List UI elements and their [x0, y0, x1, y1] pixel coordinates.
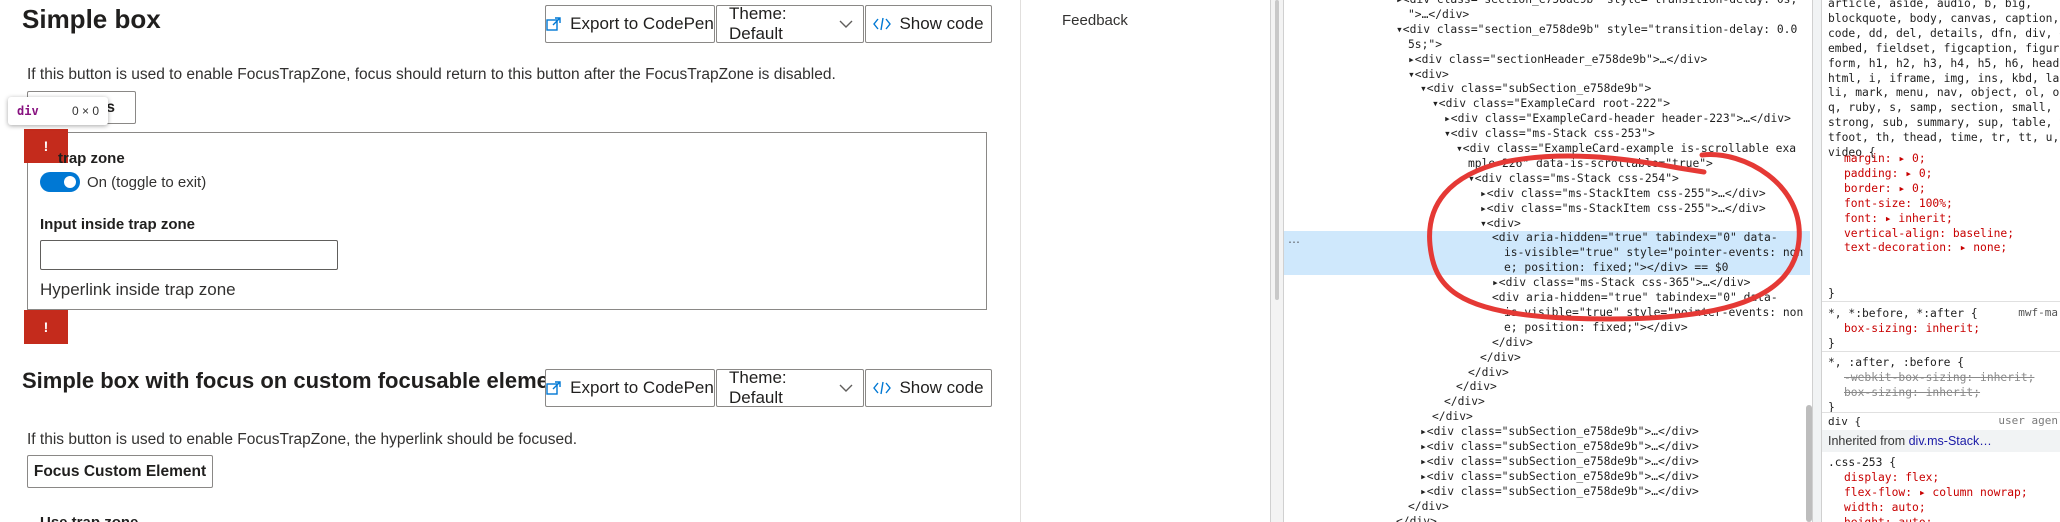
section1-description: If this button is used to enable FocusTr…	[27, 66, 836, 83]
toggle-knob	[64, 176, 76, 188]
section2-description: If this button is used to enable FocusTr…	[27, 431, 578, 448]
rule1-selector-line[interactable]: article, aside, audio, b, big,	[1828, 0, 2032, 11]
section-title-simple-box: Simple box	[22, 4, 161, 34]
export-codepen-label: Export to CodePen	[570, 378, 714, 397]
trap-zone-label: trap zone	[58, 150, 125, 167]
rule1-prop-line[interactable]: font: ▸ inherit;	[1844, 211, 1953, 226]
annotation-overlay	[1427, 152, 1802, 322]
chevron-down-icon	[839, 384, 853, 392]
trap-zone-input[interactable]	[40, 240, 338, 270]
code-icon	[873, 381, 892, 395]
export-codepen-label: Export to CodePen	[570, 14, 714, 33]
rule1-prop-line[interactable]: font-size: 100%;	[1844, 196, 1953, 211]
rule-separator	[1822, 412, 2060, 413]
inspect-tooltip: div 0 × 0	[8, 97, 108, 125]
rule1-selector-line[interactable]: html, i, iframe, img, ins, kbd, labe	[1828, 71, 2060, 86]
section-title-custom-focus: Simple box with focus on custom focusabl…	[22, 368, 570, 393]
feedback-link[interactable]: Feedback	[1062, 12, 1128, 29]
show-code-label: Show code	[899, 378, 984, 397]
theme-dropdown-label: Theme: Default	[729, 368, 787, 407]
rule2-close: }	[1828, 337, 1835, 350]
panel-separator[interactable]	[1812, 0, 1822, 522]
inherited-link[interactable]: div.ms-Stack…	[1909, 434, 1992, 448]
trap-zone-label-cut: Use trap zone	[40, 514, 138, 522]
rule3-prop-2[interactable]: box-sizing: inherit;	[1844, 385, 1980, 400]
rule5-prop-line[interactable]: height: auto;	[1844, 515, 1932, 522]
marker-symbol: !	[43, 138, 49, 154]
code-icon	[873, 17, 892, 31]
input-label: Input inside trap zone	[40, 216, 196, 233]
inspect-dimensions: 0 × 0	[71, 104, 99, 118]
rule1-close: }	[1828, 287, 1835, 300]
rule1-selector-line[interactable]: tfoot, th, thead, time, tr, tt, u, u	[1828, 130, 2060, 145]
rule1-selector-line[interactable]: code, dd, del, details, dfn, div, dl	[1828, 26, 2060, 41]
rule1-prop-line[interactable]: margin: ▸ 0;	[1844, 151, 1926, 166]
rule5-prop-line[interactable]: flex-flow: ▸ column nowrap;	[1844, 485, 2028, 500]
rule2-source[interactable]: mwf-ma	[2018, 306, 2058, 319]
rule3-selector[interactable]: *, :after, :before {	[1828, 355, 1964, 370]
theme-dropdown-2[interactable]: Theme: Default	[716, 368, 864, 407]
devtools-elements-panel: ▸<div class="section_e758de9b" style="tr…	[1284, 0, 1810, 522]
node-actions-dots[interactable]: …	[1288, 232, 1300, 246]
rule1-selector-line[interactable]: form, h1, h2, h3, h4, h5, h6, header	[1828, 56, 2060, 71]
inherited-from-bar: Inherited from div.ms-Stack…	[1822, 430, 2060, 452]
export-codepen-button-2[interactable]: Export to CodePen	[545, 369, 715, 407]
toggle-state-text: On (toggle to exit)	[87, 174, 207, 191]
red-annotation-circle	[1427, 152, 1802, 322]
devtools-splitter[interactable]	[1270, 0, 1284, 522]
marker-symbol: !	[43, 319, 49, 335]
rule1-prop-line[interactable]: border: ▸ 0;	[1844, 181, 1926, 196]
rule3-prop-1[interactable]: -webkit-box-sizing: inherit;	[1844, 370, 2034, 385]
rule-separator	[1822, 301, 2060, 302]
app-root: Simple box Export to CodePen Theme: Defa…	[0, 0, 2060, 522]
page-side-nav: Feedback	[1020, 0, 1270, 522]
show-code-label: Show code	[899, 14, 984, 33]
rule1-prop-line[interactable]: vertical-align: baseline;	[1844, 226, 2014, 241]
show-code-button[interactable]: Show code	[865, 5, 992, 43]
trap-zone-hyperlink[interactable]: Hyperlink inside trap zone	[40, 280, 236, 300]
focus-custom-element-label: Focus Custom Element	[33, 462, 207, 480]
show-code-button-2[interactable]: Show code	[865, 369, 992, 407]
rule1-prop-line[interactable]: text-decoration: ▸ none;	[1844, 240, 2007, 255]
inherited-prefix: Inherited from	[1828, 434, 1906, 448]
rule1-selector-line[interactable]: q, ruby, s, samp, section, small, sp	[1828, 100, 2060, 115]
export-icon	[546, 381, 561, 395]
focus-marker-bottom: !	[24, 310, 68, 344]
focus-custom-element-button[interactable]: Focus Custom Element	[27, 455, 213, 488]
rule5-selector[interactable]: .css-253 {	[1828, 455, 1896, 470]
rule-separator	[1822, 351, 2060, 352]
export-codepen-button[interactable]: Export to CodePen	[545, 5, 715, 43]
theme-dropdown[interactable]: Theme: Default	[716, 4, 864, 43]
splitter-grip[interactable]	[1275, 0, 1279, 300]
rule1-selector-line[interactable]: blockquote, body, canvas, caption, c	[1828, 11, 2060, 26]
rule5-prop-line[interactable]: width: auto;	[1844, 500, 1926, 515]
rule1-selector-line[interactable]: li, mark, menu, nav, object, ol, out	[1828, 85, 2060, 100]
devtools-styles-panel: article, aside, audio, b, big, blockquote…	[1822, 0, 2060, 522]
rule2-prop[interactable]: box-sizing: inherit;	[1844, 321, 1980, 336]
rule4-source: user agen	[1998, 414, 2058, 427]
rule1-selector-line[interactable]: embed, fieldset, figcaption, figure,	[1828, 41, 2060, 56]
rule1-prop-line[interactable]: padding: ▸ 0;	[1844, 166, 1932, 181]
export-icon	[546, 17, 561, 31]
theme-dropdown-label: Theme: Default	[729, 4, 787, 43]
docs-page: Simple box Export to CodePen Theme: Defa…	[0, 0, 1020, 522]
rule5-prop-line[interactable]: display: flex;	[1844, 470, 1939, 485]
rule4-selector[interactable]: div {	[1828, 414, 1861, 429]
rule1-selector-line[interactable]: strong, sub, summary, sup, table, tb	[1828, 115, 2060, 130]
chevron-down-icon	[839, 20, 853, 28]
rule2-selector[interactable]: *, *:before, *:after {	[1828, 306, 1978, 321]
trap-zone-toggle[interactable]	[40, 172, 80, 192]
inspect-tag: div	[17, 104, 39, 118]
